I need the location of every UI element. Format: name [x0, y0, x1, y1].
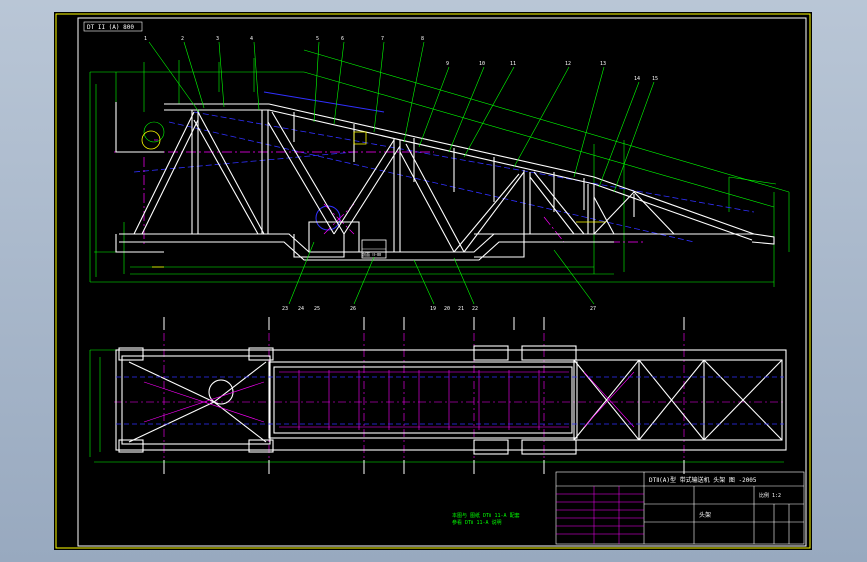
svg-text:13: 13	[600, 61, 606, 67]
section-label-left: 剖面 ⅠⅠ-ⅡⅡ	[362, 251, 381, 257]
svg-text:4: 4	[250, 36, 253, 42]
svg-text:27: 27	[590, 306, 596, 312]
svg-text:19: 19	[430, 306, 436, 312]
plan-view: 本图与 图纸 DTⅡ 11-A 配套 参看 DTⅡ 11-A 说明	[89, 317, 787, 526]
elevation-view: 1 2 3 4 5 6 7 8 9 10 11 12 13 14 15 23 2…	[89, 36, 790, 312]
drawing-title: DTⅡ(A)型 带式输送机 头架 图 -2005	[649, 476, 757, 484]
plan-note-1: 本图与 图纸 DTⅡ 11-A 配套	[452, 512, 520, 519]
svg-text:14: 14	[634, 76, 640, 82]
svg-text:11: 11	[510, 61, 516, 67]
cad-drawing: DT II (A) 800 1 2 3 4 5 6 7 8 9 10 11 12…	[55, 13, 811, 549]
outer-frame	[55, 13, 811, 549]
svg-text:8: 8	[421, 36, 424, 42]
cad-viewport[interactable]: DT II (A) 800 1 2 3 4 5 6 7 8 9 10 11 12…	[54, 12, 812, 550]
svg-text:2: 2	[181, 36, 184, 42]
svg-text:3: 3	[216, 36, 219, 42]
plan-note-2: 参看 DTⅡ 11-A 说明	[452, 519, 502, 526]
svg-text:15: 15	[652, 76, 658, 82]
svg-text:23: 23	[282, 306, 288, 312]
svg-text:21: 21	[458, 306, 464, 312]
svg-text:5: 5	[316, 36, 319, 42]
drawing-scale: 比例 1:2	[759, 492, 781, 499]
svg-text:12: 12	[565, 61, 571, 67]
svg-text:22: 22	[472, 306, 478, 312]
title-block: DTⅡ(A)型 带式输送机 头架 图 -2005 比例 1:2 头架	[555, 471, 805, 545]
svg-text:7: 7	[381, 36, 384, 42]
svg-text:9: 9	[446, 61, 449, 67]
svg-text:6: 6	[341, 36, 344, 42]
svg-text:24: 24	[298, 306, 304, 312]
svg-text:25: 25	[314, 306, 320, 312]
svg-text:26: 26	[350, 306, 356, 312]
svg-text:10: 10	[479, 61, 485, 67]
sheet-name: 头架	[699, 511, 711, 519]
svg-text:1: 1	[144, 36, 147, 42]
svg-text:DT II (A) 800: DT II (A) 800	[87, 24, 134, 31]
svg-text:20: 20	[444, 306, 450, 312]
corner-tag: DT II (A) 800	[83, 21, 143, 32]
